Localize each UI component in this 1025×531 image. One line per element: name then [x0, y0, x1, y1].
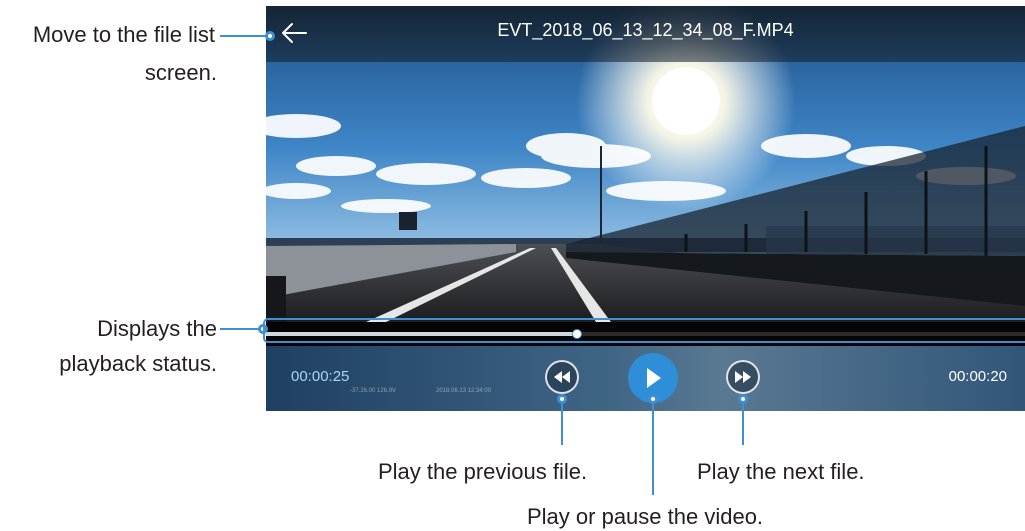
next-file-button[interactable]	[726, 360, 760, 394]
video-player-screen: EVT_2018_06_13_12_34_08_F.MP4 00:00:25 -…	[266, 6, 1025, 411]
callout-next-text: Play the next file.	[697, 459, 865, 484]
progress-highlight-box	[263, 318, 1025, 343]
callout-back-line	[220, 35, 266, 37]
current-time: 00:00:25	[291, 368, 350, 385]
callout-previous-text: Play the previous file.	[378, 459, 588, 484]
total-time: 00:00:20	[948, 368, 1007, 385]
callout-play-line	[652, 403, 654, 495]
playback-controls: 00:00:25 -37.26.00 126.9V 2018.06.13 12:…	[266, 346, 1025, 411]
callout-progress-line2: playback status.	[59, 351, 217, 376]
callout-back-line1: Move to the file list	[32, 22, 215, 47]
callout-next-line	[742, 403, 744, 445]
overlay-datetime: 2018.06.13 12:34:00	[436, 388, 492, 394]
file-title: EVT_2018_06_13_12_34_08_F.MP4	[497, 20, 794, 40]
previous-file-button[interactable]	[545, 360, 579, 394]
callout-back-line2: screen.	[144, 60, 217, 85]
overlay-coordinates: -37.26.00 126.9V	[350, 388, 397, 394]
fast-forward-icon	[735, 371, 751, 383]
callout-previous-line	[561, 403, 563, 445]
play-icon	[647, 368, 661, 388]
callout-play-text: Play or pause the video.	[527, 504, 764, 529]
callout-progress-line	[220, 328, 262, 330]
rewind-icon	[554, 371, 570, 383]
top-bar: EVT_2018_06_13_12_34_08_F.MP4	[266, 6, 1025, 62]
callout-back-dot	[265, 31, 275, 41]
callout-progress-line1: Displays the	[97, 316, 217, 341]
